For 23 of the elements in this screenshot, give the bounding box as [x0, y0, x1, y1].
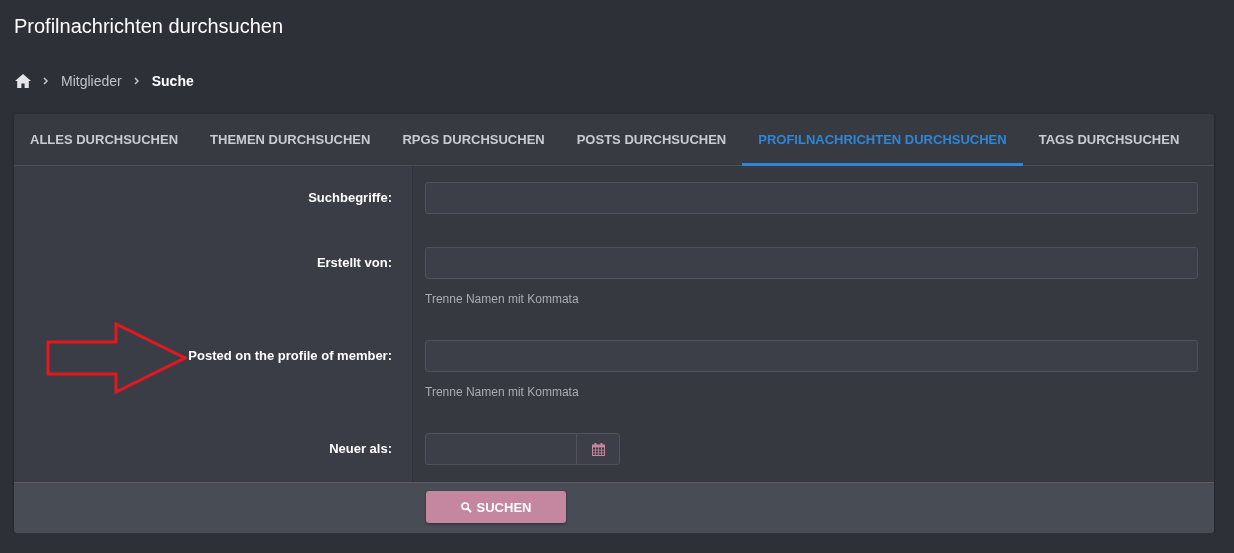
breadcrumb-link[interactable]: Suche: [151, 73, 194, 89]
chevron-icon: [43, 77, 49, 85]
input-field[interactable]: [425, 247, 1198, 279]
field-label: Neuer als:: [329, 440, 392, 458]
hint-text: Trenne Namen mit Kommata: [425, 384, 580, 400]
date-field[interactable]: [425, 433, 620, 465]
home-icon[interactable]: [15, 74, 31, 88]
search-icon: [460, 501, 472, 513]
page-title: Profilnachrichten durchsuchen: [14, 14, 284, 39]
tab[interactable]: RPGS DURCHSUCHEN: [386, 114, 561, 166]
calendar-icon: [591, 442, 605, 456]
tab[interactable]: TAGS DURCHSUCHEN: [1022, 114, 1196, 166]
tab[interactable]: POSTS DURCHSUCHEN: [560, 114, 743, 166]
field-label: Erstellt von:: [316, 254, 392, 272]
tab[interactable]: THEMEN DURCHSUCHEN: [194, 114, 387, 166]
tab[interactable]: ALLES DURCHSUCHEN: [14, 114, 195, 166]
input-field[interactable]: [425, 340, 1198, 372]
chevron-icon: [133, 77, 140, 85]
breadcrumb-link[interactable]: Mitglieder: [61, 73, 122, 89]
input-field[interactable]: [425, 182, 1198, 214]
field-label: Posted on the profile of member:: [188, 347, 392, 365]
field-label: Suchbegriffe:: [308, 189, 392, 207]
hint-text: Trenne Namen mit Kommata: [425, 291, 580, 307]
